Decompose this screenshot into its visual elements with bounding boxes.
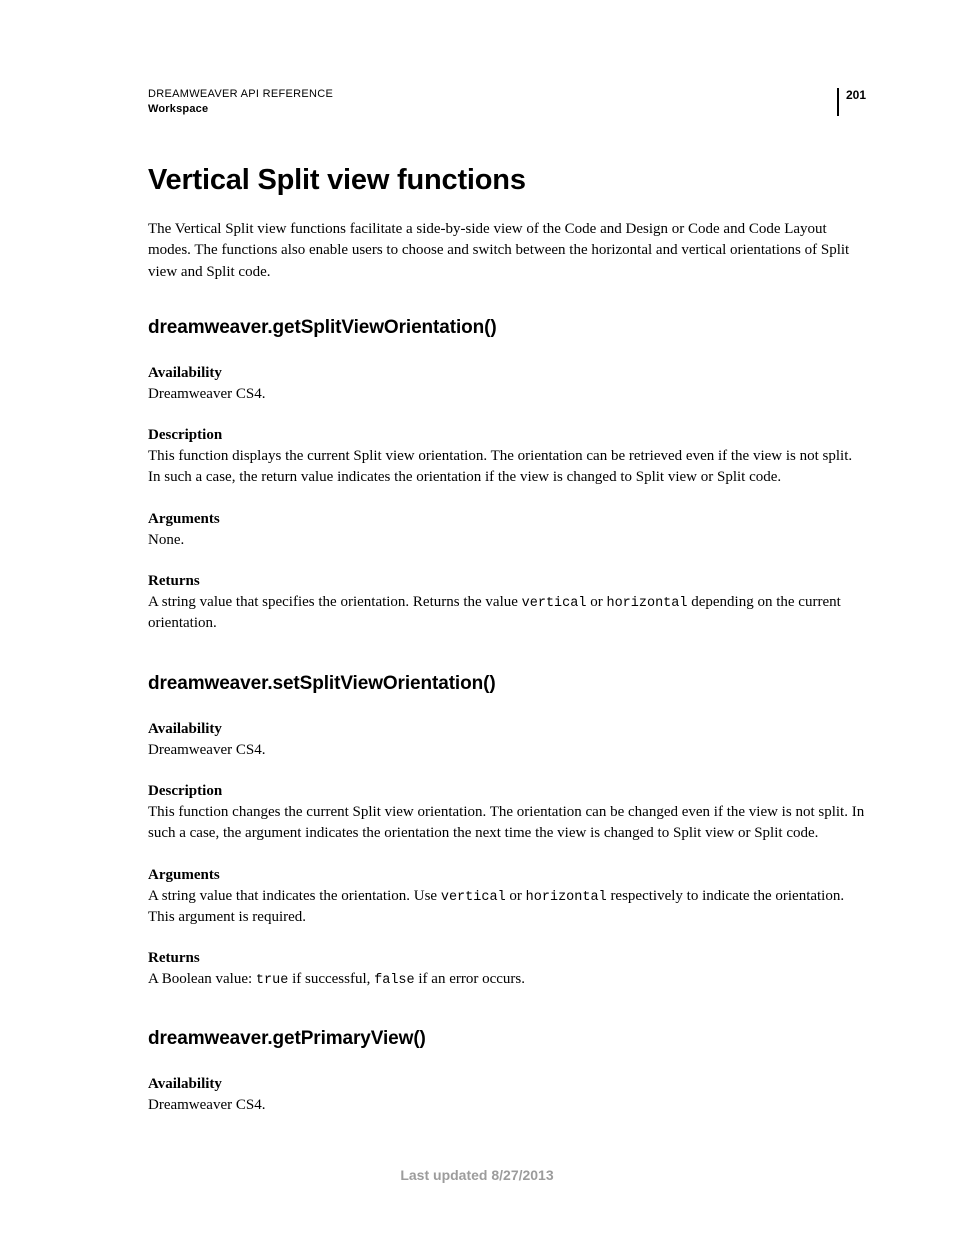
page-footer: Last updated 8/27/2013	[0, 1167, 954, 1183]
function-heading: dreamweaver.getSplitViewOrientation()	[148, 317, 866, 339]
code-literal: true	[256, 973, 288, 988]
availability-text: Dreamweaver CS4.	[148, 384, 866, 405]
page-number: 201	[846, 88, 866, 102]
header-reference: DREAMWEAVER API REFERENCE	[148, 88, 837, 100]
code-literal: false	[374, 973, 415, 988]
code-literal: vertical	[522, 596, 587, 611]
code-literal: horizontal	[526, 890, 607, 905]
arguments-label: Arguments	[148, 867, 866, 884]
description-text: This function displays the current Split…	[148, 446, 866, 489]
page-title: Vertical Split view functions	[148, 164, 866, 197]
returns-text: A string value that specifies the orient…	[148, 592, 866, 635]
arguments-label: Arguments	[148, 511, 866, 528]
availability-text: Dreamweaver CS4.	[148, 740, 866, 761]
availability-label: Availability	[148, 721, 866, 738]
header-section: Workspace	[148, 103, 837, 115]
returns-label: Returns	[148, 573, 866, 590]
intro-paragraph: The Vertical Split view functions facili…	[148, 219, 866, 283]
function-heading: dreamweaver.getPrimaryView()	[148, 1028, 866, 1050]
description-label: Description	[148, 783, 866, 800]
code-literal: horizontal	[606, 596, 687, 611]
returns-label: Returns	[148, 950, 866, 967]
description-text: This function changes the current Split …	[148, 802, 866, 845]
availability-label: Availability	[148, 365, 866, 382]
code-literal: vertical	[441, 890, 506, 905]
availability-text: Dreamweaver CS4.	[148, 1095, 866, 1116]
function-heading: dreamweaver.setSplitViewOrientation()	[148, 673, 866, 695]
page-number-container: 201	[837, 88, 866, 116]
returns-text: A Boolean value: true if successful, fal…	[148, 969, 866, 990]
description-label: Description	[148, 427, 866, 444]
arguments-text: None.	[148, 530, 866, 551]
availability-label: Availability	[148, 1076, 866, 1093]
arguments-text: A string value that indicates the orient…	[148, 886, 866, 929]
page-header: DREAMWEAVER API REFERENCE Workspace 201	[148, 88, 866, 116]
